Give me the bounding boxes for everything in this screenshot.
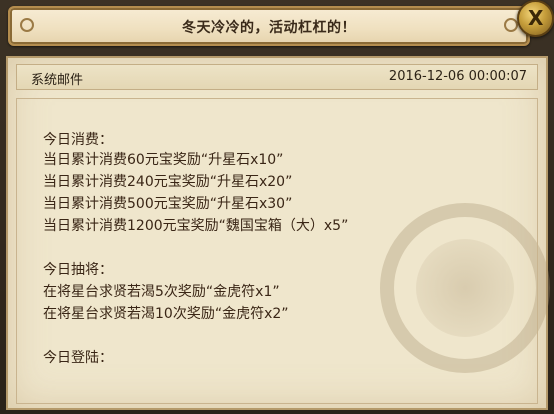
mail-line: 今日消费：	[43, 132, 113, 148]
mail-body[interactable]: 今日消费： 当日累计消费60元宝奖励“升星石x10” 当日累计消费240元宝奖励…	[16, 98, 538, 404]
mail-line: 今日抽将：	[43, 262, 113, 278]
mail-line: 今日登陆：	[43, 350, 113, 366]
mail-line: 在将星台求贤若渴10次奖励“金虎符x2”	[43, 306, 289, 322]
mail-window: 冬天冷冷的，活动杠杠的！ X 系统邮件 2016-12-06 00:00:07 …	[0, 0, 554, 414]
mail-panel: 系统邮件 2016-12-06 00:00:07 今日消费： 当日累计消费60元…	[6, 56, 550, 410]
close-button[interactable]: X	[517, 0, 554, 37]
mail-line: 在将星台求贤若渴5次奖励“金虎符x1”	[43, 284, 280, 300]
title-right-ornament-icon	[504, 18, 518, 32]
title-bar: 冬天冷冷的，活动杠杠的！	[8, 6, 530, 46]
mail-line: 当日累计消费240元宝奖励“升星石x20”	[43, 174, 293, 190]
mail-sender: 系统邮件	[31, 73, 84, 88]
mail-header: 系统邮件 2016-12-06 00:00:07	[16, 64, 538, 90]
mail-line: 当日累计消费1200元宝奖励“魏国宝箱（大）x5”	[43, 218, 349, 234]
window-title: 冬天冷冷的，活动杠杠的！	[182, 20, 356, 36]
mail-line: 当日累计消费500元宝奖励“升星石x30”	[43, 196, 293, 212]
mail-line: 当日累计消费60元宝奖励“升星石x10”	[43, 152, 284, 168]
close-icon: X	[528, 6, 544, 30]
mail-date: 2016-12-06 00:00:07	[388, 69, 527, 84]
